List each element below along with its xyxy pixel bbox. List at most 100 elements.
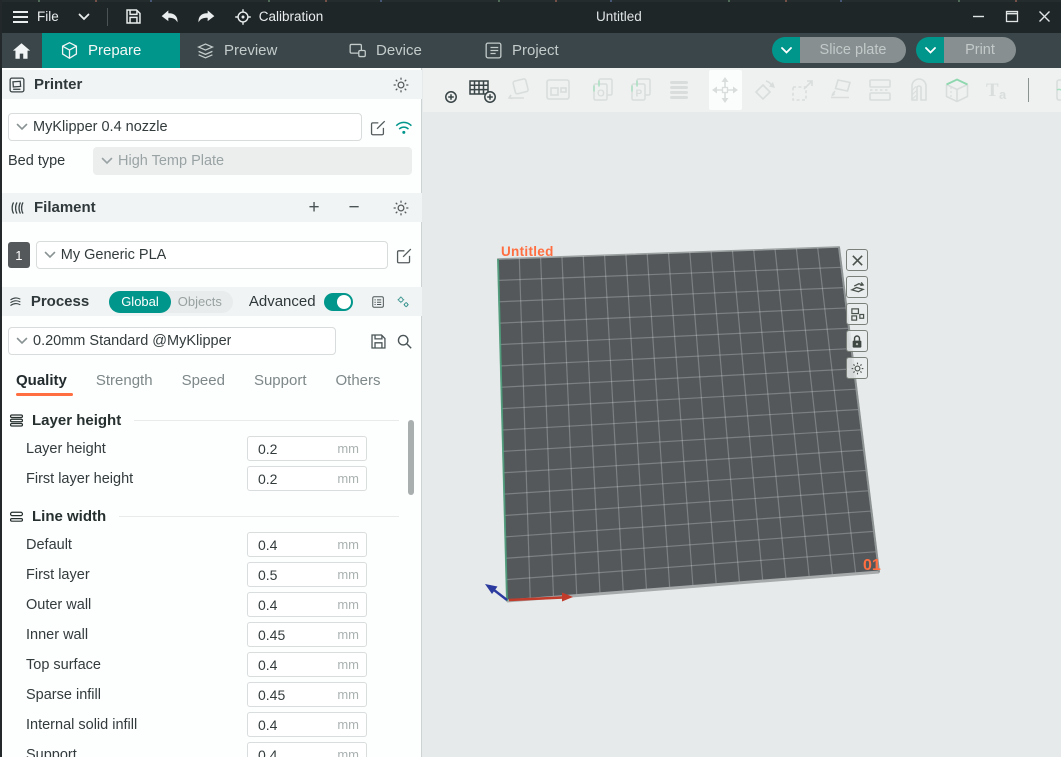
window-edge (0, 0, 2, 757)
setting-label: Sparse infill (26, 687, 101, 703)
edit-filament-preset-icon[interactable] (395, 246, 414, 265)
svg-text:T: T (986, 80, 999, 101)
value-field[interactable] (248, 471, 337, 487)
seam-painting-button[interactable] (1049, 72, 1061, 108)
add-filament-button[interactable]: + (302, 198, 326, 217)
maximize-button[interactable] (995, 0, 1028, 33)
print-options-button[interactable] (916, 37, 944, 63)
flatten-tool-button[interactable] (824, 72, 860, 108)
split-to-parts-button[interactable]: P (623, 72, 659, 108)
lock-plate-button[interactable] (846, 330, 868, 352)
tab-project[interactable]: Project (470, 33, 573, 68)
printer-icon (8, 76, 26, 94)
split-tool-button[interactable] (862, 72, 898, 108)
value-field[interactable] (248, 441, 337, 457)
color-painting-button[interactable] (902, 72, 938, 108)
save-button[interactable] (116, 0, 152, 33)
tab-device[interactable]: Device (334, 33, 436, 68)
search-settings-icon[interactable] (395, 332, 414, 351)
unit-label: mm (337, 567, 366, 582)
redo-icon (196, 9, 216, 25)
tab-strength[interactable]: Strength (96, 372, 153, 389)
add-plate-button[interactable] (464, 72, 500, 108)
undo-button[interactable] (152, 0, 188, 33)
home-button[interactable] (0, 33, 42, 68)
advanced-toggle[interactable] (324, 293, 354, 311)
value-field[interactable] (248, 717, 337, 733)
save-preset-icon[interactable] (369, 332, 388, 351)
redo-button[interactable] (188, 0, 224, 33)
group-divider (119, 516, 399, 517)
calibration-button[interactable]: Calibration (224, 0, 334, 33)
outer-wall-line-width-input: mm (247, 592, 367, 617)
file-menu-label: File (37, 9, 59, 24)
rotate-plate-button[interactable] (846, 276, 868, 298)
value-field[interactable] (248, 687, 337, 703)
first-layer-height-input: mm (247, 466, 367, 491)
title-bar: File Calibration Untitled (0, 0, 1061, 33)
process-preset-select[interactable]: 0.20mm Standard @MyKlipper (8, 327, 336, 355)
printer-preset-value: MyKlipper 0.4 nozzle (33, 119, 168, 135)
slice-plate-button[interactable]: Slice plate (800, 37, 906, 63)
rotate-tool-button[interactable] (746, 72, 782, 108)
plate-name-label[interactable]: Untitled (501, 244, 554, 259)
bed-type-select[interactable]: High Temp Plate (93, 147, 412, 175)
move-tool-button[interactable] (707, 72, 743, 108)
filament-preset-select[interactable]: My Generic PLA (36, 241, 388, 269)
wifi-connection-icon[interactable] (394, 119, 414, 136)
auto-orient-icon (506, 76, 534, 104)
filament-settings-gear-icon[interactable] (392, 199, 410, 217)
printer-settings-gear-icon[interactable] (392, 76, 410, 94)
scope-objects-button[interactable]: Objects (171, 294, 233, 309)
arrange-plate-button[interactable] (846, 303, 868, 325)
split-to-objects-button[interactable]: O (585, 72, 621, 108)
auto-orient-button[interactable] (502, 72, 538, 108)
undo-icon (160, 9, 180, 25)
value-field[interactable] (248, 747, 337, 757)
delete-plate-button[interactable] (846, 249, 868, 271)
text-tool-button[interactable]: Ta (979, 72, 1015, 108)
edit-printer-preset-icon[interactable] (369, 118, 388, 137)
value-field[interactable] (248, 627, 337, 643)
cut-tool-button[interactable] (939, 72, 975, 108)
filament-slot-badge: 1 (8, 242, 30, 268)
value-field[interactable] (248, 657, 337, 673)
compare-presets-gears-icon[interactable] (396, 293, 410, 310)
tab-support[interactable]: Support (254, 372, 307, 389)
unit-label: mm (337, 537, 366, 552)
add-object-button[interactable] (426, 72, 462, 108)
value-field[interactable] (248, 537, 337, 553)
tab-quality[interactable]: Quality (16, 372, 67, 389)
chevron-down-icon (781, 47, 792, 54)
tab-preview[interactable]: Preview (182, 33, 291, 68)
plate-settings-button[interactable] (846, 357, 868, 379)
tab-speed[interactable]: Speed (182, 372, 225, 389)
scope-global-button[interactable]: Global (109, 291, 171, 313)
file-menu-button[interactable]: File (0, 0, 69, 33)
split-half-icon (866, 76, 894, 104)
printer-preset-select[interactable]: MyKlipper 0.4 nozzle (8, 113, 362, 141)
setting-label: Default (26, 537, 72, 553)
file-menu-dropdown-button[interactable] (69, 0, 99, 33)
settings-scrollbar[interactable] (408, 420, 414, 495)
setting-row: Top surface mm (0, 650, 421, 680)
remove-filament-button[interactable]: − (342, 198, 366, 217)
printer-section-title: Printer (34, 76, 82, 93)
tab-prepare[interactable]: Prepare (42, 33, 180, 68)
parameter-table-icon[interactable] (371, 293, 386, 311)
arrange-button[interactable] (540, 72, 576, 108)
value-field[interactable] (248, 567, 337, 583)
minimize-button[interactable] (962, 0, 995, 33)
plate-surface[interactable] (498, 247, 879, 601)
close-button[interactable] (1028, 0, 1061, 33)
process-section-title: Process (31, 293, 89, 310)
scale-tool-button[interactable] (785, 72, 821, 108)
assembly-view-button[interactable] (661, 72, 697, 108)
slice-options-button[interactable] (772, 37, 800, 63)
print-button[interactable]: Print (944, 37, 1016, 63)
layer-height-icon (8, 412, 25, 429)
tab-others[interactable]: Others (336, 372, 381, 389)
calibration-icon (234, 8, 252, 26)
value-field[interactable] (248, 597, 337, 613)
viewport-3d[interactable]: Untitled 01 (423, 68, 1061, 757)
